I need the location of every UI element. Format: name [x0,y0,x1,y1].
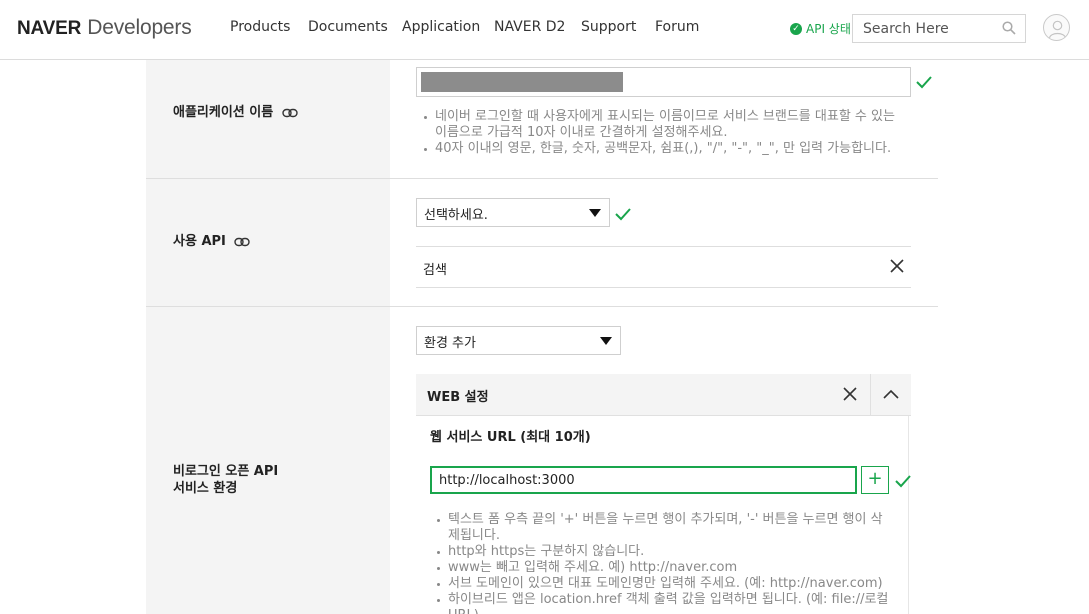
env-select[interactable]: 환경 추가 [416,326,621,355]
help-item: 하이브리드 앱은 location.href 객체 출력 값을 입력하면 됩니다… [434,592,889,614]
api-select-value: 선택하세요. [424,208,488,223]
web-settings-title: WEB 설정 [427,390,489,405]
nav-forum[interactable]: Forum [655,19,699,35]
top-header: NAVER Developers Products Documents Appl… [0,0,1089,60]
application-form: 애플리케이션 이름 네이버 로그인할 때 사용자에게 표시되는 이름이므로 서비… [146,60,938,614]
web-url-help: 텍스트 폼 우측 끝의 '+' 버튼을 누르면 행이 추가되며, '-' 버튼을… [434,512,889,614]
nav-application[interactable]: Application [402,19,480,35]
web-settings-header[interactable]: WEB 설정 [416,374,911,416]
app-name-label-text: 애플리케이션 이름 [173,105,274,120]
check-icon [895,475,911,488]
chevron-up-icon[interactable] [882,385,900,403]
web-url-input[interactable] [432,468,855,492]
search-input[interactable] [853,15,993,42]
api-label: 사용 API [173,233,251,250]
env-label-line1: 비로그인 오픈 API [173,464,279,479]
redacted-value [421,72,623,92]
help-item: 40자 이내의 영문, 한글, 숫자, 공백문자, 쉼표(,), "/", "-… [421,141,906,157]
user-avatar[interactable] [1043,14,1070,41]
dropdown-arrow-icon [589,209,601,217]
app-name-help: 네이버 로그인할 때 사용자에게 표시되는 이름이므로 서비스 브랜드를 대표할… [421,109,906,157]
logo-product: Developers [87,16,192,39]
help-item: 텍스트 폼 우측 끝의 '+' 버튼을 누르면 행이 추가되며, '-' 버튼을… [434,512,889,544]
api-item-label: 검색 [423,263,447,278]
help-item: 서브 도메인이 있으면 대표 도메인명만 입력해 주세요. (예: http:/… [434,576,889,592]
env-select-value: 환경 추가 [424,336,476,351]
add-url-button[interactable]: + [861,466,889,494]
env-label-line2: 서비스 환경 [173,481,238,496]
nav-naver-d2[interactable]: NAVER D2 [494,19,565,35]
web-url-field [430,466,857,494]
naver-developers-logo[interactable]: NAVER Developers [17,15,192,40]
help-item: http와 https는 구분하지 않습니다. [434,544,889,560]
logo-brand: NAVER [17,18,82,39]
api-label-text: 사용 API [173,234,226,249]
app-name-input[interactable] [416,67,911,97]
link-icon[interactable] [282,108,298,118]
user-icon [1048,20,1067,39]
search-box [852,14,1026,43]
api-select[interactable]: 선택하세요. [416,198,610,227]
check-icon [615,208,631,221]
app-name-label: 애플리케이션 이름 [173,104,298,121]
api-status-label: API 상태 [806,22,851,36]
selected-api-item: 검색 [416,246,911,288]
dropdown-arrow-icon [600,337,612,345]
nav-documents[interactable]: Documents [308,19,388,35]
nav-support[interactable]: Support [581,19,636,35]
api-status-link[interactable]: ✓ API 상태 [790,20,851,37]
help-item: www는 빼고 입력해 주세요. 예) http://naver.com [434,560,889,576]
web-url-title: 웹 서비스 URL (최대 10개) [430,430,591,445]
env-label: 비로그인 오픈 API 서비스 환경 [173,463,278,497]
help-item: 네이버 로그인할 때 사용자에게 표시되는 이름이므로 서비스 브랜드를 대표할… [421,109,906,141]
close-icon[interactable] [888,257,906,275]
nav-products[interactable]: Products [230,19,290,35]
env-label-cell [146,307,390,614]
close-icon[interactable] [841,385,859,403]
web-settings-panel: 웹 서비스 URL (최대 10개) + 텍스트 폼 우측 끝의 '+' 버튼을… [416,416,911,614]
check-icon [916,76,932,89]
header-divider [870,374,871,416]
search-icon[interactable] [1002,21,1016,35]
check-circle-icon: ✓ [790,22,802,35]
link-icon[interactable] [234,237,251,247]
